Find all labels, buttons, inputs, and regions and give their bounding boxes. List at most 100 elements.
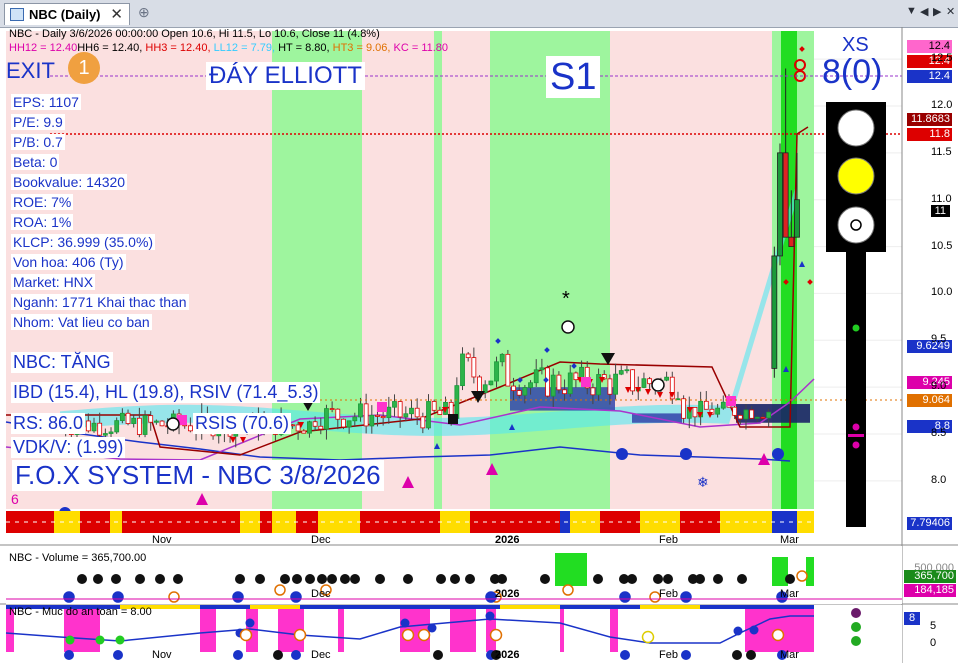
volume-dot — [713, 574, 723, 584]
chart-canvas[interactable]: *❄ — [0, 27, 958, 663]
safety-signal-marker — [620, 650, 630, 660]
close-window-icon[interactable]: ✕ — [946, 5, 955, 18]
candle-body — [187, 425, 193, 432]
safety-black-marker — [433, 650, 443, 660]
y-tick-label: 9.0 — [931, 380, 947, 393]
candle-body — [136, 417, 142, 435]
candle-body — [465, 353, 471, 359]
candle-body-recent — [782, 152, 789, 238]
candle-body — [420, 416, 426, 429]
ibd-signal: IBD (15.4), HL (19.8), RSIV (71.4_5.3) — [11, 382, 321, 403]
circle-zero-marker — [651, 378, 665, 392]
price-label-kc: 11.8 — [907, 128, 952, 141]
fundamental-pe: P/E: 9.9 — [11, 114, 65, 130]
square-marker — [726, 396, 736, 406]
candle-body — [153, 420, 159, 423]
candle-body — [562, 389, 567, 395]
candle-body — [102, 433, 108, 436]
candle-body — [556, 374, 562, 391]
blue-circle-marker — [616, 448, 628, 460]
blue-circle-marker — [680, 448, 692, 460]
fundamental-roe: ROE: 7% — [11, 194, 74, 210]
scroll-left-icon[interactable]: ◀ — [920, 5, 928, 18]
candle-body — [437, 409, 443, 415]
candle-body — [131, 417, 137, 424]
volume-bar — [806, 557, 814, 586]
volume-dot — [93, 574, 103, 584]
candle-body — [369, 414, 375, 427]
dropdown-icon[interactable]: ▼ — [906, 5, 917, 17]
x-tick-mar: Mar — [780, 534, 799, 546]
candle-body — [324, 408, 329, 430]
safety-pane-title: NBC - Muc do an toan = 8.00 — [9, 606, 152, 618]
candle-body — [295, 424, 301, 432]
candle-body — [346, 420, 352, 428]
ht-value: HT = 8.80, — [278, 42, 330, 54]
trend-signal: NBC: TĂNG — [11, 352, 113, 373]
safe-x-tick-dec: Dec — [311, 649, 331, 661]
safety-label-value: 8 — [904, 612, 920, 625]
strip-segment — [360, 511, 440, 533]
safety-black-marker — [746, 650, 756, 660]
y-tick-label: 10.0 — [931, 286, 953, 299]
candle-body — [641, 378, 647, 388]
safety-top-strip-segment — [250, 605, 300, 609]
volume-dot — [540, 574, 550, 584]
vol-x-tick-mar: Mar — [780, 588, 799, 600]
safety-signal-marker — [681, 650, 691, 660]
candle-body — [533, 369, 539, 384]
safety-ring — [489, 628, 503, 642]
fundamental-von-hoa: Von hoa: 406 (Ty) — [11, 254, 126, 270]
safety-ring — [239, 628, 253, 642]
volume-dot — [235, 574, 245, 584]
candle-body — [567, 372, 573, 395]
safe-x-tick-mar: Mar — [780, 649, 799, 661]
candle-body — [516, 390, 522, 396]
close-icon[interactable]: ✕ — [110, 5, 123, 23]
candle-body — [505, 353, 511, 387]
scroll-right-icon[interactable]: ▶ — [933, 5, 941, 18]
volume-dot — [627, 574, 637, 584]
exit-label: EXIT — [6, 58, 55, 83]
volume-dot — [465, 574, 475, 584]
y-tick-label: 8.5 — [931, 427, 947, 440]
volume-signal-marker — [562, 584, 574, 596]
price-label-hh6: 12.4 — [907, 70, 952, 83]
candle-body — [743, 409, 749, 420]
candle-body — [681, 398, 687, 419]
safety-dot — [733, 626, 743, 636]
candle-body — [766, 411, 772, 419]
candle-body-recent — [788, 236, 795, 247]
candle-body — [550, 374, 556, 397]
x-tick-feb: Feb — [659, 534, 678, 546]
candle-body — [318, 425, 324, 430]
volume-dot — [155, 574, 165, 584]
candle-body — [630, 369, 635, 392]
tab-title: NBC (Daily) — [29, 7, 101, 22]
candle-body — [607, 378, 613, 395]
tab-nbc-daily[interactable]: NBC (Daily) ✕ — [4, 3, 130, 25]
volume-dot — [135, 574, 145, 584]
y-tick-label: 11.0 — [931, 192, 952, 205]
candle-body — [613, 373, 618, 395]
hh12-value: HH12 = 12.40 — [9, 42, 78, 54]
safety-block — [560, 608, 564, 652]
x-tick-dec: Dec — [311, 534, 331, 546]
volume-signal-marker — [232, 591, 244, 603]
new-tab-icon[interactable]: ⊕ — [138, 4, 150, 21]
price-label-hh12: 12.4 — [907, 40, 952, 53]
candle-body — [125, 412, 131, 424]
candle-body — [494, 361, 499, 382]
safety-block — [610, 608, 618, 652]
safety-black-marker — [732, 650, 742, 660]
count-six: 6 — [11, 491, 19, 507]
circle-zero-marker — [561, 320, 575, 334]
safety-tick-5: 5 — [930, 620, 937, 632]
candle-body — [511, 385, 516, 391]
signal-strip — [6, 511, 814, 533]
price-label-kc-precise: 11.8683 — [907, 113, 952, 126]
volume-signal-marker — [168, 591, 180, 603]
volume-signal-marker — [274, 584, 286, 596]
candle-body — [91, 422, 97, 432]
strip-segment — [54, 511, 80, 533]
